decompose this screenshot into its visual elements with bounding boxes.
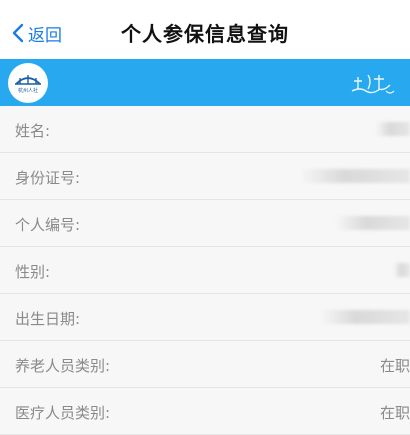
field-label: 身份证号: [15,169,81,187]
field-row-gender: 性别: [0,247,410,294]
decorative-calligraphy-icon [351,74,395,94]
status-bar [0,0,410,14]
field-label: 医疗人员类别: [15,404,111,422]
logo-text: 杭州人社 [17,88,38,94]
field-row-birth-date: 出生日期: [0,294,410,341]
field-label: 个人编号: [15,216,81,234]
page-title: 个人参保信息查询 [121,22,289,46]
field-row-pension-category: 养老人员类别: 在职 [0,341,410,388]
redacted-value-mask [300,169,410,183]
field-label: 性别: [15,263,51,281]
bridge-logo-icon [15,75,41,85]
redacted-value-mask [320,310,410,324]
field-label: 姓名: [15,122,51,140]
field-value: 在职 [379,357,410,375]
nav-bar: 返回 个人参保信息查询 [0,14,410,58]
redacted-value-mask [336,216,410,230]
field-label: 出生日期: [15,310,81,328]
field-row-personal-number: 个人编号: [0,200,410,247]
header-banner: 杭州人社 [0,59,410,106]
field-row-id-number: 身份证号: [0,153,410,200]
field-row-medical-category: 医疗人员类别: 在职 [0,388,410,435]
field-label: 养老人员类别: [15,357,111,375]
insurance-info-list: 姓名: 身份证号: 个人编号: 性别: 出生日期: 养老人员类别: 在职 医疗人… [0,106,410,435]
field-value: 在职 [379,404,410,422]
hangzhou-hrss-logo: 杭州人社 [8,63,48,103]
redacted-value-mask [394,263,410,277]
field-row-name: 姓名: [0,106,410,153]
redacted-value-mask [376,122,410,136]
